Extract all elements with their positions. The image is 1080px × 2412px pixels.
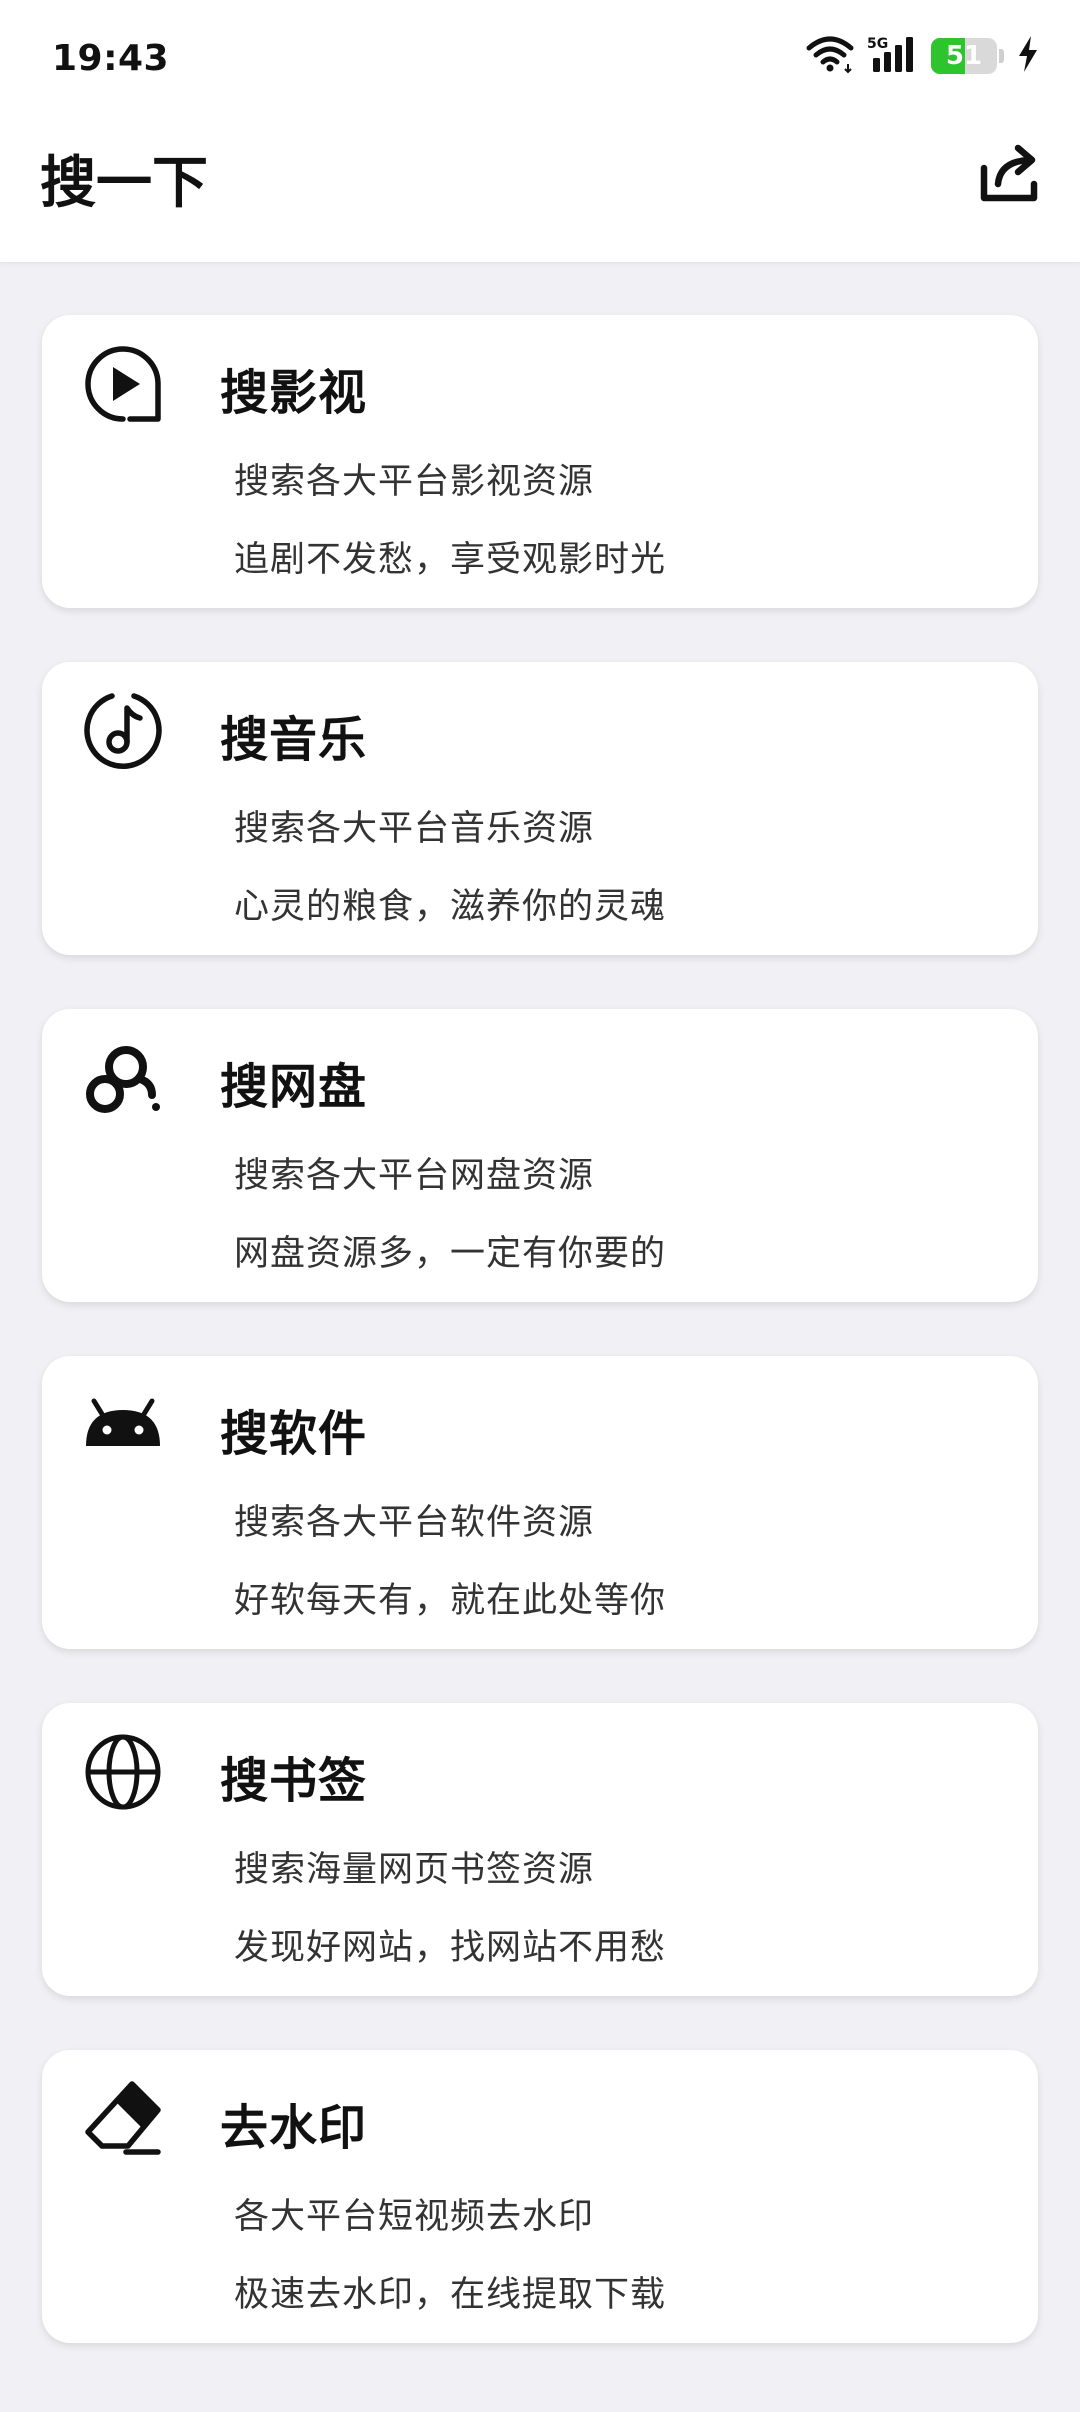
app-header: 搜一下 bbox=[0, 120, 1080, 263]
android-icon bbox=[82, 1384, 164, 1466]
card-software[interactable]: 搜软件 搜索各大平台软件资源 好软每天有，就在此处等你 bbox=[42, 1356, 1038, 1649]
card-description: 搜索海量网页书签资源 bbox=[234, 1850, 595, 1890]
charging-bolt-icon bbox=[1016, 34, 1040, 78]
card-bookmark[interactable]: 搜书签 搜索海量网页书签资源 发现好网站，找网站不用愁 bbox=[42, 1703, 1038, 1996]
card-title: 搜软件 bbox=[220, 1406, 368, 1462]
card-description: 搜索各大平台软件资源 bbox=[234, 1503, 595, 1543]
status-time: 19:43 bbox=[52, 38, 170, 79]
share-icon bbox=[980, 144, 1038, 202]
cellular-signal-icon: 5G bbox=[867, 34, 919, 78]
card-title: 去水印 bbox=[220, 2100, 368, 2156]
eraser-icon bbox=[82, 2078, 164, 2160]
page-title: 搜一下 bbox=[40, 151, 208, 216]
share-button[interactable] bbox=[976, 140, 1042, 206]
search-card-list: 搜影视 搜索各大平台影视资源 追剧不发愁，享受观影时光 搜音乐 搜索各大平台音乐… bbox=[42, 315, 1038, 2397]
globe-icon bbox=[82, 1731, 164, 1813]
battery-icon: 51 bbox=[931, 38, 997, 74]
status-bar: 19:43 5G 51 bbox=[0, 0, 1080, 120]
card-music[interactable]: 搜音乐 搜索各大平台音乐资源 心灵的粮食，滋养你的灵魂 bbox=[42, 662, 1038, 955]
card-description: 搜索各大平台影视资源 bbox=[234, 462, 595, 502]
card-description: 搜索各大平台音乐资源 bbox=[234, 809, 595, 849]
play-circle-icon bbox=[82, 343, 164, 425]
status-icons: 5G 51 bbox=[805, 34, 1040, 78]
battery-level: 51 bbox=[945, 41, 983, 71]
cloud-disk-icon bbox=[82, 1037, 164, 1119]
card-description: 搜索各大平台网盘资源 bbox=[234, 1156, 595, 1196]
card-tagline: 发现好网站，找网站不用愁 bbox=[234, 1928, 667, 1968]
battery-cap bbox=[999, 49, 1004, 63]
card-title: 搜网盘 bbox=[220, 1059, 368, 1115]
music-note-icon bbox=[82, 690, 164, 772]
network-type: 5G bbox=[867, 36, 888, 52]
card-tagline: 心灵的粮食，滋养你的灵魂 bbox=[234, 887, 667, 927]
card-video[interactable]: 搜影视 搜索各大平台影视资源 追剧不发愁，享受观影时光 bbox=[42, 315, 1038, 608]
card-title: 搜书签 bbox=[220, 1753, 368, 1809]
card-description: 各大平台短视频去水印 bbox=[234, 2197, 595, 2237]
wifi-icon bbox=[805, 34, 855, 78]
card-title: 搜音乐 bbox=[220, 712, 368, 768]
card-tagline: 追剧不发愁，享受观影时光 bbox=[234, 540, 667, 580]
card-tagline: 极速去水印，在线提取下载 bbox=[234, 2275, 667, 2315]
card-title: 搜影视 bbox=[220, 365, 368, 421]
card-tagline: 好软每天有，就在此处等你 bbox=[234, 1581, 667, 1621]
card-netdisk[interactable]: 搜网盘 搜索各大平台网盘资源 网盘资源多，一定有你要的 bbox=[42, 1009, 1038, 1302]
card-tagline: 网盘资源多，一定有你要的 bbox=[234, 1234, 667, 1274]
card-watermark[interactable]: 去水印 各大平台短视频去水印 极速去水印，在线提取下载 bbox=[42, 2050, 1038, 2343]
